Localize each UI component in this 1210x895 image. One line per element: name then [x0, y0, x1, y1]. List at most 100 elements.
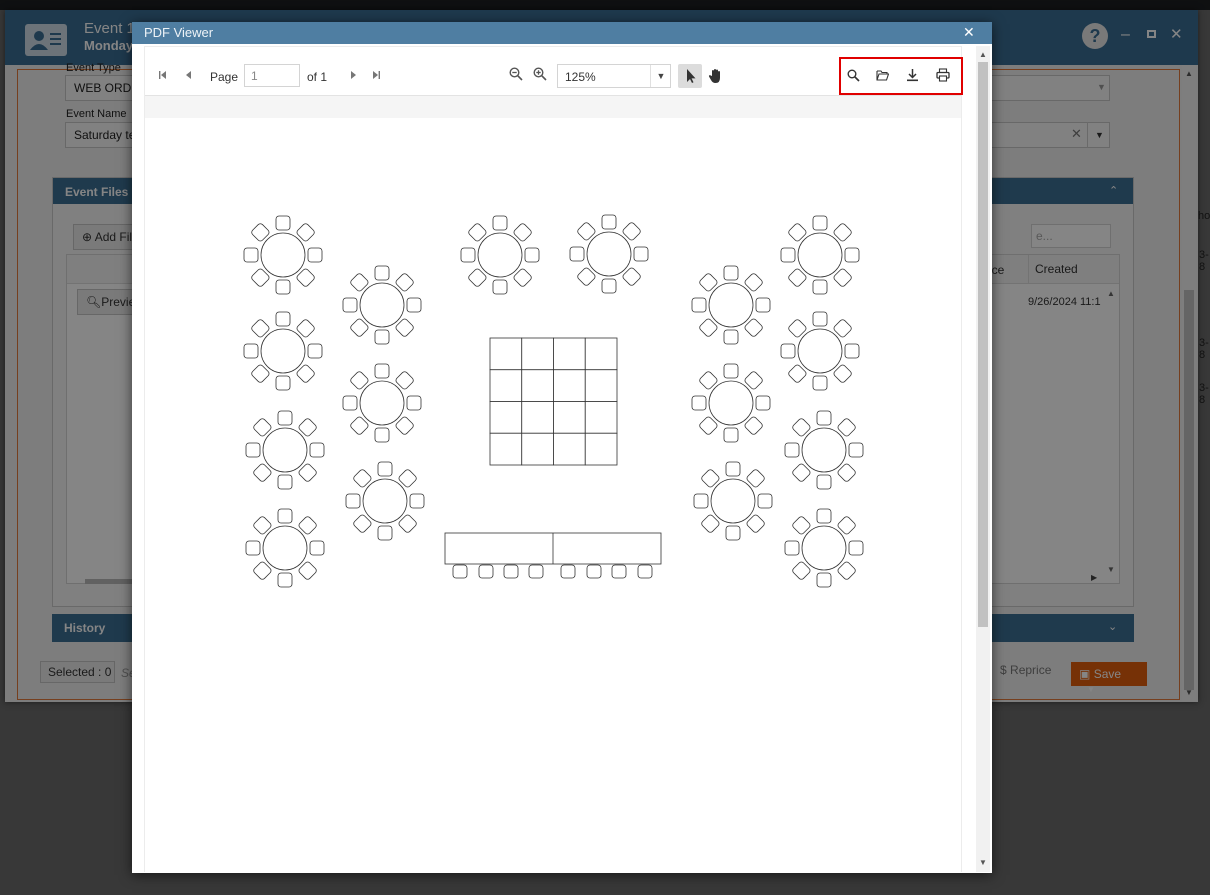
chair — [691, 395, 707, 411]
chair — [277, 572, 293, 588]
chair — [848, 540, 864, 556]
last-page-icon[interactable] — [372, 71, 380, 79]
table-top — [260, 328, 306, 374]
pdf-scrollbar[interactable]: ▲ ▼ — [976, 46, 990, 872]
close-icon[interactable]: ✕ — [963, 24, 975, 41]
chair — [812, 215, 828, 231]
chair — [374, 265, 390, 281]
grid-table-cell — [553, 369, 586, 402]
pdf-page — [145, 118, 961, 873]
round-table — [784, 410, 864, 490]
grid-table-cell — [521, 337, 554, 371]
chair — [816, 410, 832, 426]
chair — [377, 525, 393, 541]
print-icon[interactable] — [936, 68, 950, 82]
table-top — [359, 282, 405, 328]
pdf-scroll-down-icon[interactable]: ▼ — [979, 858, 987, 867]
round-table — [784, 508, 864, 588]
chair — [277, 410, 293, 426]
table-top — [362, 478, 408, 524]
round-table — [243, 311, 323, 391]
head-table-chair — [611, 564, 627, 579]
pan-tool-icon[interactable] — [704, 64, 728, 88]
chair — [725, 525, 741, 541]
head-table-chair — [503, 564, 519, 579]
select-tool-icon[interactable] — [678, 64, 702, 88]
prev-page-icon[interactable] — [185, 71, 193, 79]
grid-table-cell — [521, 369, 554, 402]
chair — [755, 297, 771, 313]
chair — [245, 442, 261, 458]
chair — [245, 540, 261, 556]
round-table — [569, 214, 649, 294]
grid-table-cell — [584, 401, 618, 434]
grid-table-cell — [584, 432, 618, 466]
chair — [243, 343, 259, 359]
chair — [275, 215, 291, 231]
open-file-icon[interactable] — [876, 69, 889, 81]
chair — [524, 247, 540, 263]
pdf-scroll-thumb[interactable] — [978, 62, 988, 627]
chair — [342, 297, 358, 313]
round-table — [780, 215, 860, 295]
pdf-scroll-up-icon[interactable]: ▲ — [979, 50, 987, 59]
zoom-select[interactable]: 125% ▼ — [557, 64, 671, 88]
chair — [812, 279, 828, 295]
grid-table-cell — [489, 369, 523, 402]
page-total: of 1 — [307, 70, 328, 84]
zoom-in-icon[interactable] — [533, 67, 547, 81]
round-table — [342, 363, 422, 443]
round-table — [342, 265, 422, 345]
chair — [601, 278, 617, 294]
chair — [601, 214, 617, 230]
head-table-chair — [528, 564, 544, 579]
head-table-chair — [452, 564, 468, 579]
chair — [345, 493, 361, 509]
chair — [784, 442, 800, 458]
grid-table-cell — [584, 337, 618, 371]
grid-table-cell — [553, 337, 586, 371]
chair — [307, 247, 323, 263]
chair — [374, 329, 390, 345]
search-icon[interactable] — [847, 69, 860, 82]
page-number-input[interactable]: 1 — [244, 64, 300, 87]
chair — [406, 395, 422, 411]
chair — [723, 265, 739, 281]
chair — [275, 311, 291, 327]
pdf-viewer-titlebar: PDF Viewer — [132, 22, 992, 44]
chair — [816, 572, 832, 588]
grid-table-cell — [553, 432, 586, 466]
download-icon[interactable] — [906, 68, 919, 82]
round-table — [345, 461, 425, 541]
page-label: Page — [210, 70, 239, 84]
next-page-icon[interactable] — [349, 71, 357, 79]
grid-table-cell — [489, 432, 523, 466]
table-top — [586, 231, 632, 277]
round-table — [780, 311, 860, 391]
table-top — [359, 380, 405, 426]
chair — [780, 343, 796, 359]
chair — [633, 246, 649, 262]
table-top — [262, 427, 308, 473]
chair — [723, 329, 739, 345]
first-page-icon[interactable] — [159, 71, 167, 79]
table-top — [708, 282, 754, 328]
chair — [844, 343, 860, 359]
pdf-viewer-title: PDF Viewer — [144, 25, 214, 40]
toolbar-bottom-band — [145, 96, 961, 118]
zoom-out-icon[interactable] — [509, 67, 523, 81]
head-table-chair — [637, 564, 653, 579]
chair — [277, 474, 293, 490]
head-table-chair — [478, 564, 494, 579]
head-table-chair — [560, 564, 576, 579]
zoom-dropdown-icon[interactable]: ▼ — [650, 65, 671, 87]
chair — [780, 247, 796, 263]
round-table — [245, 410, 325, 490]
zoom-value: 125% — [565, 70, 596, 84]
table-top — [797, 232, 843, 278]
pdf-viewer-body: Page 1 of 1 125% ▼ — [144, 46, 963, 873]
table-top — [801, 427, 847, 473]
chair — [723, 363, 739, 379]
chair — [406, 297, 422, 313]
grid-table-cell — [553, 401, 586, 434]
